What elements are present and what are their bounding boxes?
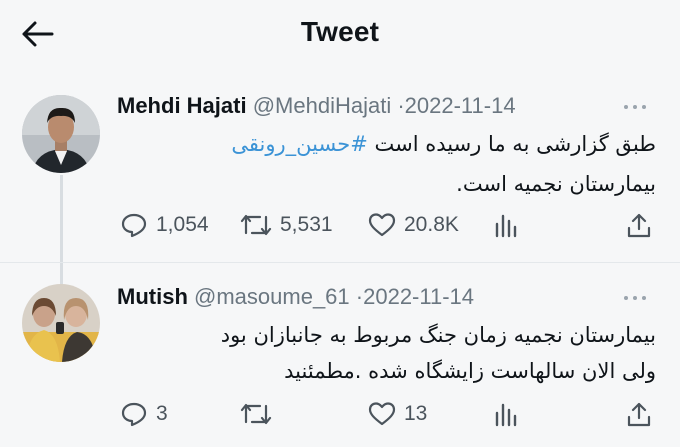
tweet-2[interactable]: Mutish @masoume_61 ·2022-11-14 بیمارستان…: [0, 0, 680, 447]
tweet-text-line-2: ولی الان سالهاست زایشگاه شده .مطمئنید: [284, 359, 656, 383]
views-button[interactable]: [494, 399, 520, 429]
reply-count: 3: [156, 402, 168, 425]
share-icon: [627, 402, 651, 427]
tweet-text-line-1: بیمارستان نجمیه زمان جنگ مربوط به جانباز…: [220, 323, 656, 347]
tweet-date[interactable]: 2022-11-14: [363, 284, 474, 309]
like-button[interactable]: 13: [368, 399, 427, 429]
display-name[interactable]: Mutish: [117, 284, 188, 309]
share-button[interactable]: [626, 399, 652, 429]
analytics-icon: [495, 403, 517, 427]
avatar[interactable]: [22, 284, 100, 362]
tweet-meta: Mutish @masoume_61 ·2022-11-14: [117, 284, 474, 310]
reply-button[interactable]: 3: [120, 399, 168, 429]
separator: ·: [355, 284, 364, 309]
retweet-button[interactable]: [240, 399, 280, 429]
handle[interactable]: @masoume_61: [194, 284, 350, 309]
like-count: 13: [404, 402, 428, 425]
reply-icon: [121, 402, 147, 427]
more-dots-icon[interactable]: [624, 292, 652, 304]
heart-icon: [368, 402, 396, 426]
retweet-icon: [240, 403, 272, 425]
